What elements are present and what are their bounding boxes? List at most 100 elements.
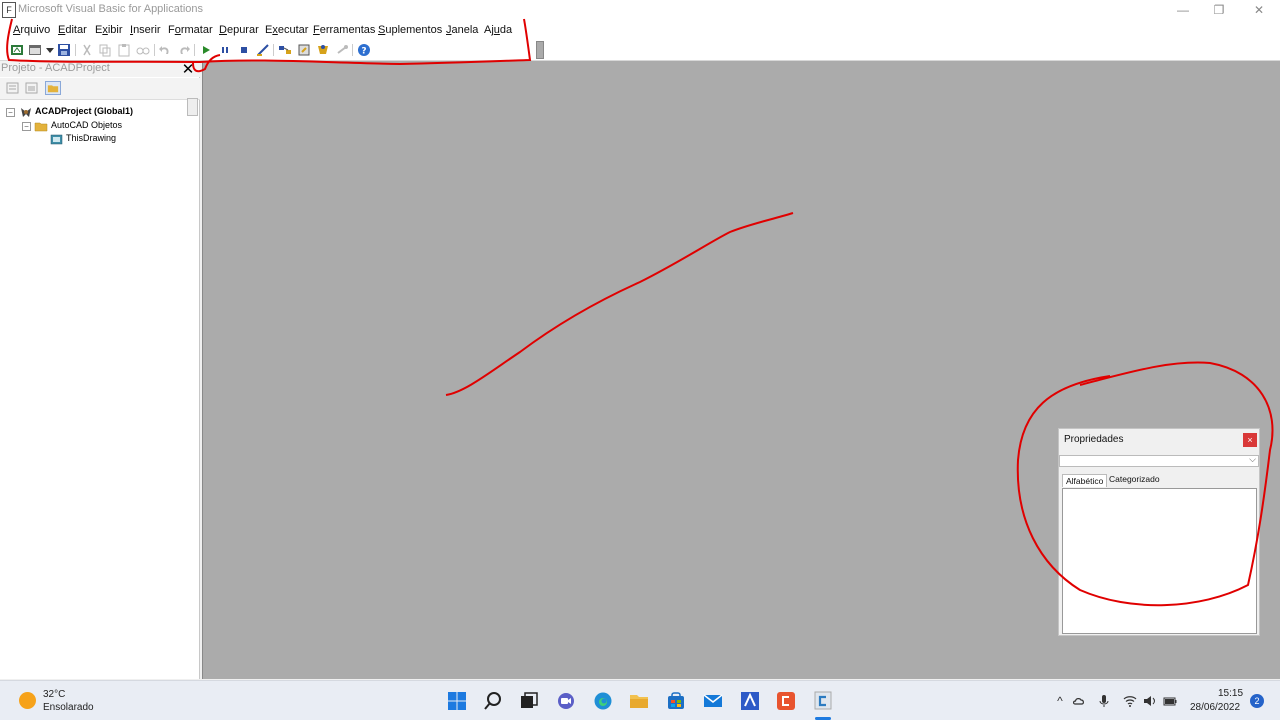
weather-temperature[interactable]: 32°C <box>43 689 65 700</box>
menu-ajuda[interactable]: Ajuda <box>484 24 512 36</box>
menu-label: ditar <box>65 24 87 36</box>
view-object-icon[interactable] <box>24 81 40 95</box>
project-explorer-panel: Projeto - ACADProject ✕ − ACADProject (G… <box>0 61 200 679</box>
menu-executar[interactable]: Executar <box>265 24 308 36</box>
menu-label: Aj <box>484 24 494 36</box>
chevron-up-icon[interactable]: ^ <box>1053 694 1067 708</box>
menu-arquivo[interactable]: Arquivo <box>13 24 50 36</box>
menu-label: epurar <box>226 24 259 36</box>
chat-icon[interactable] <box>556 691 576 711</box>
reset-icon[interactable] <box>237 43 251 57</box>
mail-icon[interactable] <box>703 691 723 711</box>
wifi-icon[interactable] <box>1123 694 1137 708</box>
search-icon[interactable] <box>483 691 503 711</box>
weather-description[interactable]: Ensolarado <box>43 702 94 713</box>
collapse-toggle-icon[interactable]: − <box>22 122 31 131</box>
view-autocad-icon[interactable] <box>10 43 24 57</box>
title-bar: F Microsoft Visual Basic for Application… <box>0 0 1280 20</box>
object-browser-icon[interactable] <box>316 43 330 57</box>
copy-icon[interactable] <box>98 43 112 57</box>
window-title: Microsoft Visual Basic for Applications <box>18 3 204 15</box>
break-icon[interactable] <box>218 43 232 57</box>
start-windows-icon[interactable] <box>447 691 467 711</box>
menu-hotkey: D <box>219 24 227 36</box>
microphone-icon[interactable] <box>1097 694 1111 708</box>
toolbar-separator <box>194 44 195 56</box>
project-explorer-icon[interactable] <box>278 43 292 57</box>
autocad-icon[interactable] <box>813 691 833 711</box>
menu-hotkey: F <box>313 24 320 36</box>
restore-button[interactable]: ❐ <box>1200 1 1238 19</box>
standard-toolbar: ? <box>0 40 1280 61</box>
run-icon[interactable] <box>199 43 213 57</box>
menu-label: anela <box>451 24 479 36</box>
cut-icon[interactable] <box>80 43 94 57</box>
find-icon[interactable] <box>136 43 150 57</box>
menu-janela[interactable]: Janela <box>446 24 478 36</box>
sun-weather-icon[interactable] <box>19 692 36 709</box>
minimize-button[interactable]: — <box>1164 1 1202 19</box>
redo-icon[interactable] <box>177 43 191 57</box>
menu-label: rquivo <box>20 24 51 36</box>
store-icon[interactable] <box>666 691 686 711</box>
properties-close-button[interactable]: × <box>1243 433 1257 447</box>
menu-depurar[interactable]: Depurar <box>219 24 259 36</box>
camtasia-icon[interactable] <box>776 691 796 711</box>
vba-app-icon[interactable]: F <box>2 2 16 18</box>
menu-ferramentas[interactable]: Ferramentas <box>313 24 375 36</box>
battery-icon[interactable] <box>1163 694 1177 708</box>
toggle-folders-icon[interactable] <box>45 81 61 95</box>
design-mode-icon[interactable] <box>256 43 270 57</box>
folder-icon <box>34 122 48 132</box>
drawing-module-icon <box>50 134 63 145</box>
volume-icon[interactable] <box>1143 694 1157 708</box>
menu-label: ecutar <box>277 24 309 36</box>
undo-icon[interactable] <box>158 43 172 57</box>
menu-suplementos[interactable]: Suplementos <box>378 24 442 36</box>
toolbox-icon[interactable] <box>335 43 349 57</box>
close-window-button[interactable]: ✕ <box>1240 1 1278 19</box>
clock-date[interactable]: 28/06/2022 <box>1190 702 1240 713</box>
properties-title: Propriedades <box>1064 434 1124 445</box>
view-code-icon[interactable] <box>5 81 21 95</box>
insert-dropdown-icon[interactable] <box>43 43 57 57</box>
project-explorer-header: Projeto - ACADProject ✕ <box>0 61 200 77</box>
menu-formatar[interactable]: Formatar <box>168 24 213 36</box>
tab-categorizado[interactable]: Categorizado <box>1109 474 1160 484</box>
windows-taskbar: 32°C Ensolarado ^ 15:15 28/06/2022 2 <box>0 680 1280 720</box>
menu-label: rmatar <box>180 24 213 36</box>
tab-alfabetico[interactable]: Alfabético <box>1062 474 1108 487</box>
collapse-toggle-icon[interactable]: − <box>6 108 15 117</box>
notification-badge[interactable]: 2 <box>1250 694 1264 708</box>
toolbar-separator <box>154 44 155 56</box>
help-icon[interactable]: ? <box>357 43 371 57</box>
tree-node-root[interactable]: − ACADProject (Global1) <box>6 106 196 119</box>
onedrive-cloud-icon[interactable] <box>1072 694 1086 708</box>
menu-label: uplementos <box>385 24 443 36</box>
object-selector-dropdown[interactable]: ⌵ <box>1059 454 1259 467</box>
menu-inserir[interactable]: Inserir <box>130 24 161 36</box>
toolbar-separator <box>273 44 274 56</box>
save-icon[interactable] <box>57 43 71 57</box>
project-explorer-toolbar <box>0 78 200 116</box>
insert-userform-icon[interactable] <box>28 43 42 57</box>
properties-window-icon[interactable] <box>297 43 311 57</box>
tree-node-label: ACADProject (Global1) <box>35 106 134 116</box>
project-explorer-close-button[interactable]: ✕ <box>180 62 196 77</box>
edge-browser-icon[interactable] <box>593 691 613 711</box>
tree-node-item[interactable]: ThisDrawing <box>40 133 190 146</box>
menu-label: da <box>499 24 513 36</box>
tree-node-folder[interactable]: − AutoCAD Objetos <box>22 120 192 133</box>
project-explorer-title: Projeto - ACADProject <box>1 62 110 74</box>
menu-editar[interactable]: Editar <box>58 24 87 36</box>
paste-icon[interactable] <box>117 43 131 57</box>
properties-grid[interactable] <box>1062 488 1257 634</box>
toolbar-separator <box>75 44 76 56</box>
vba-project-icon <box>21 108 31 117</box>
visual-studio-icon[interactable] <box>740 691 760 711</box>
clock-time[interactable]: 15:15 <box>1218 688 1243 699</box>
menu-exibir[interactable]: Exibir <box>95 24 123 36</box>
toolbar-overflow-handle[interactable] <box>536 41 544 59</box>
task-view-icon[interactable] <box>519 691 539 711</box>
file-explorer-icon[interactable] <box>629 691 649 711</box>
